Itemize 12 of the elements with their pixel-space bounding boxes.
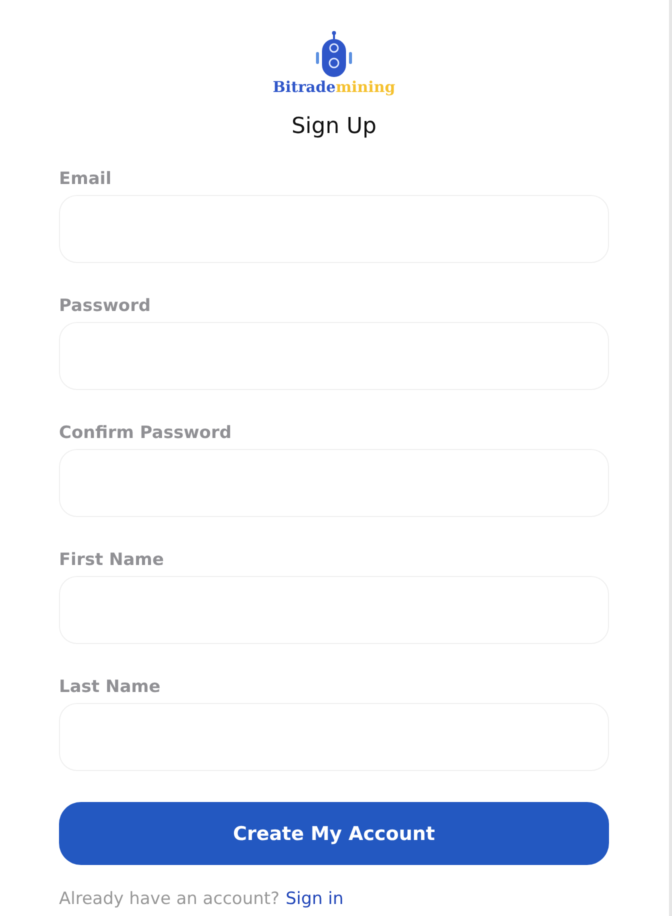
logo-text: Bitrade [272,78,336,96]
field-label: First Name [59,550,164,570]
create-account-button[interactable]: Create My Account [59,802,609,865]
logo-text: mining [336,78,396,96]
robot-icon [314,30,354,78]
footer-text: Already have an account? [59,889,280,909]
field-label: Confirm Password [59,423,232,443]
field-label: Email [59,169,112,189]
field-label: Password [59,296,151,316]
field-label: Last Name [59,677,160,697]
sign-in-link[interactable]: Sign in [286,889,344,909]
page-title: Sign Up [291,114,377,139]
